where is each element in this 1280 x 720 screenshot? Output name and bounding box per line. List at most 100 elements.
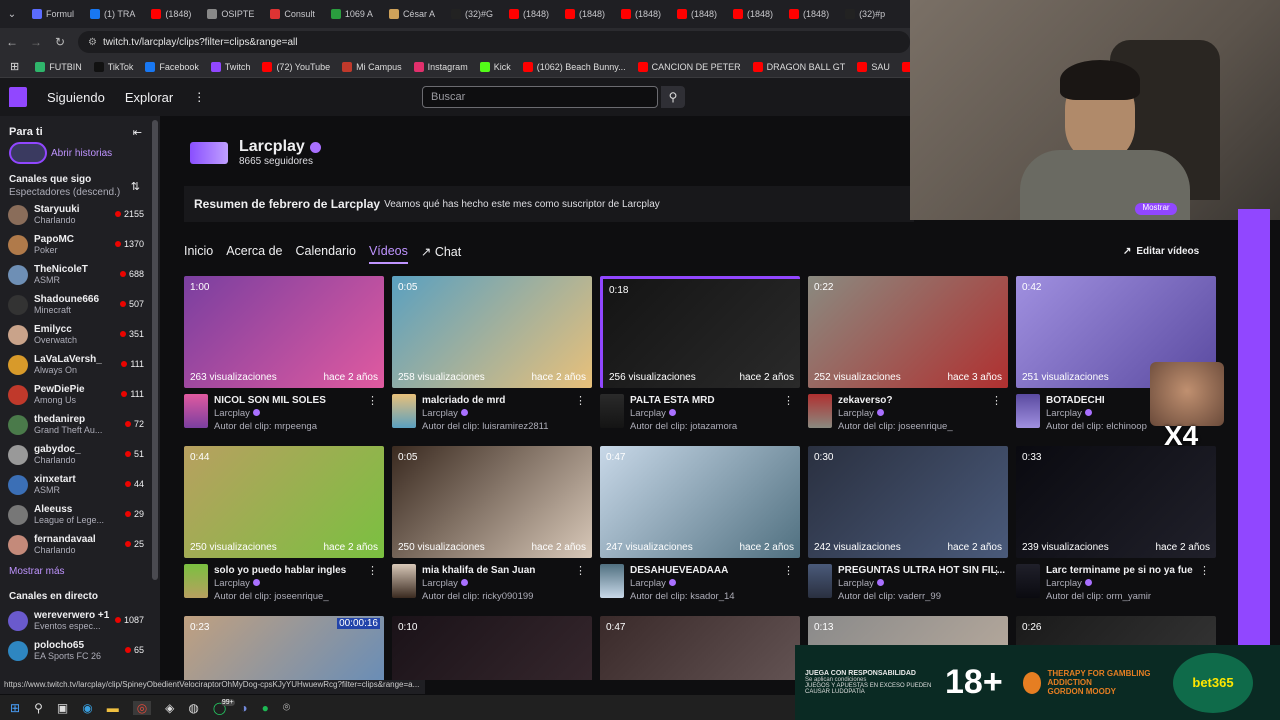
bookmark-item[interactable]: Mi Campus xyxy=(336,61,408,72)
browser-tab[interactable]: OSIPTE xyxy=(199,0,262,28)
discord-icon[interactable]: ◑ xyxy=(240,701,247,715)
site-info-icon[interactable]: ⚙ xyxy=(88,37,97,48)
sidebar-channel[interactable]: LaVaLaVersh_ Always On 111 xyxy=(0,350,160,380)
more-options-icon[interactable]: ⋮ xyxy=(991,564,1002,577)
capture-icon[interactable]: ⌾ xyxy=(283,700,290,715)
browser-tab[interactable]: Formul xyxy=(24,0,82,28)
browser-tab[interactable]: Consult xyxy=(262,0,323,28)
url-field[interactable]: ⚙ twitch.tv/larcplay/clips?filter=clips&… xyxy=(78,31,910,53)
clip-channel-icon[interactable] xyxy=(1016,564,1040,598)
clip-thumbnail[interactable]: 0:18 256 visualizaciones hace 2 años xyxy=(600,276,800,388)
nav-more-icon[interactable]: ⋮ xyxy=(193,90,205,104)
tab-schedule[interactable]: Calendario xyxy=(295,244,355,264)
more-options-icon[interactable]: ⋮ xyxy=(575,564,586,577)
clip-title[interactable]: DESAHUEVEADAAA xyxy=(630,564,735,577)
browser-tab[interactable]: (1848) xyxy=(501,0,557,28)
bookmark-item[interactable]: (72) YouTube xyxy=(256,61,336,72)
clip-channel-icon[interactable] xyxy=(808,394,832,428)
clip-card[interactable]: 0:05 250 visualizaciones hace 2 años mia kh… xyxy=(392,446,592,603)
sidebar-channel[interactable]: PapoMC Poker 1370 xyxy=(0,230,160,260)
sidebar-scrollbar[interactable] xyxy=(152,120,158,580)
clip-channel[interactable]: Larcplay xyxy=(214,577,346,590)
more-options-icon[interactable]: ⋮ xyxy=(783,394,794,407)
collapse-sidebar-icon[interactable]: ⇤ xyxy=(133,126,142,139)
clip-title[interactable]: NICOL SON MIL SOLES xyxy=(214,394,326,407)
tab-about[interactable]: Acerca de xyxy=(226,244,282,264)
clip-card[interactable]: 0:33 239 visualizaciones hace 2 años Larc t… xyxy=(1016,446,1216,603)
chrome-icon[interactable]: ◎ xyxy=(132,700,152,715)
clip-channel-icon[interactable] xyxy=(184,564,208,598)
browser-tab[interactable]: (32)#p xyxy=(837,0,893,28)
clip-channel[interactable]: Larcplay xyxy=(1046,407,1147,420)
channel-name[interactable]: Larcplay xyxy=(239,138,305,156)
search-icon[interactable]: ⚲ xyxy=(661,86,685,108)
clip-channel-icon[interactable] xyxy=(600,394,624,428)
sidebar-channel[interactable]: Aleeuss League of Lege... 29 xyxy=(0,500,160,530)
bookmark-item[interactable]: Facebook xyxy=(139,61,205,72)
back-icon[interactable]: ← xyxy=(0,35,24,49)
clip-thumbnail[interactable]: 0:22 252 visualizaciones hace 3 años xyxy=(808,276,1008,388)
show-more-link[interactable]: Mostrar más xyxy=(0,560,160,583)
browser-tab[interactable]: 1069 A xyxy=(323,0,381,28)
clip-thumbnail[interactable]: 1:00 263 visualizaciones hace 2 años xyxy=(184,276,384,388)
clip-card[interactable]: 1:00 263 visualizaciones hace 2 años NICOL … xyxy=(184,276,384,433)
start-icon[interactable]: ⊞ xyxy=(10,701,20,715)
clip-card[interactable]: 0:44 250 visualizaciones hace 2 años solo y… xyxy=(184,446,384,603)
clip-card[interactable]: 0:22 252 visualizaciones hace 3 años zekave… xyxy=(808,276,1008,433)
clip-channel[interactable]: Larcplay xyxy=(630,577,735,590)
sidebar-channel[interactable]: polocho65 EA Sports FC 26 65 xyxy=(0,636,160,666)
edit-videos-button[interactable]: ↗ Editar vídeos xyxy=(1123,241,1199,261)
more-options-icon[interactable]: ⋮ xyxy=(367,564,378,577)
sidebar-channel[interactable]: fernandavaal Charlando 25 xyxy=(0,530,160,560)
browser-tab[interactable]: (1848) xyxy=(669,0,725,28)
sidebar-channel[interactable]: gabydoc_ Charlando 51 xyxy=(0,440,160,470)
clip-thumbnail[interactable]: 0:30 242 visualizaciones hace 2 años xyxy=(808,446,1008,558)
bookmark-item[interactable]: Twitch xyxy=(205,61,257,72)
clip-channel-icon[interactable] xyxy=(600,564,624,598)
clip-thumbnail[interactable]: 0:44 250 visualizaciones hace 2 años xyxy=(184,446,384,558)
search-icon[interactable]: ⚲ xyxy=(34,701,43,715)
clip-card[interactable]: 0:10 xyxy=(392,616,592,680)
forward-icon[interactable]: → xyxy=(24,35,48,49)
clip-title[interactable]: malcriado de mrd xyxy=(422,394,549,407)
bookmark-item[interactable]: DRAGON BALL GT xyxy=(747,61,852,72)
twitch-logo-icon[interactable] xyxy=(9,87,27,107)
clip-title[interactable]: BOTADECHI xyxy=(1046,394,1147,407)
apps-grid-icon[interactable]: ⊞ xyxy=(0,60,29,73)
stories-avatars[interactable] xyxy=(9,142,47,164)
browser-tab[interactable]: (1848) xyxy=(143,0,199,28)
sidebar-channel[interactable]: Emilycc Overwatch 351 xyxy=(0,320,160,350)
clip-card[interactable]: 0:23 00:00:16 xyxy=(184,616,384,680)
clip-channel-icon[interactable] xyxy=(392,564,416,598)
more-options-icon[interactable]: ⋮ xyxy=(991,394,1002,407)
clip-title[interactable]: zekaverso? xyxy=(838,394,953,407)
app-icon[interactable]: ◈ xyxy=(165,701,174,715)
clip-thumbnail[interactable]: 0:47 xyxy=(600,616,800,680)
clip-channel-icon[interactable] xyxy=(184,394,208,428)
clip-thumbnail[interactable]: 0:05 258 visualizaciones hace 2 años xyxy=(392,276,592,388)
clip-thumbnail[interactable]: 0:10 xyxy=(392,616,592,680)
sidebar-channel[interactable]: TheNicoleT ASMR 688 xyxy=(0,260,160,290)
whatsapp-icon[interactable]: ◯ 99+ xyxy=(213,698,235,715)
clip-card[interactable]: 0:18 256 visualizaciones hace 2 años PALTA … xyxy=(600,276,800,433)
sidebar-channel[interactable]: wereverwero +1 Eventos espec... 1087 xyxy=(0,606,160,636)
explorer-icon[interactable]: ▬ xyxy=(107,701,119,715)
channel-avatar[interactable] xyxy=(190,141,228,164)
clip-channel[interactable]: Larcplay xyxy=(838,577,1005,590)
clip-channel[interactable]: Larcplay xyxy=(630,407,737,420)
clip-thumbnail[interactable]: 0:05 250 visualizaciones hace 2 años xyxy=(392,446,592,558)
nav-following[interactable]: Siguiendo xyxy=(47,90,105,105)
search-input[interactable]: Buscar xyxy=(422,86,658,108)
sidebar-channel[interactable]: xinxetart ASMR 44 xyxy=(0,470,160,500)
more-options-icon[interactable]: ⋮ xyxy=(367,394,378,407)
more-options-icon[interactable]: ⋮ xyxy=(1199,564,1210,577)
clip-thumbnail[interactable]: 0:33 239 visualizaciones hace 2 años xyxy=(1016,446,1216,558)
clip-title[interactable]: Larc terminame pe si no ya fue xyxy=(1046,564,1193,577)
clip-channel[interactable]: Larcplay xyxy=(214,407,326,420)
spotify-icon[interactable]: ● xyxy=(262,701,269,715)
browser-tab[interactable]: (1848) xyxy=(725,0,781,28)
clip-card[interactable]: 0:47 247 visualizaciones hace 2 años DESAHU… xyxy=(600,446,800,603)
clip-card[interactable]: 0:05 258 visualizaciones hace 2 años malcri… xyxy=(392,276,592,433)
browser-tab[interactable]: (1848) xyxy=(613,0,669,28)
browser-tab[interactable]: (32)#G xyxy=(443,0,501,28)
